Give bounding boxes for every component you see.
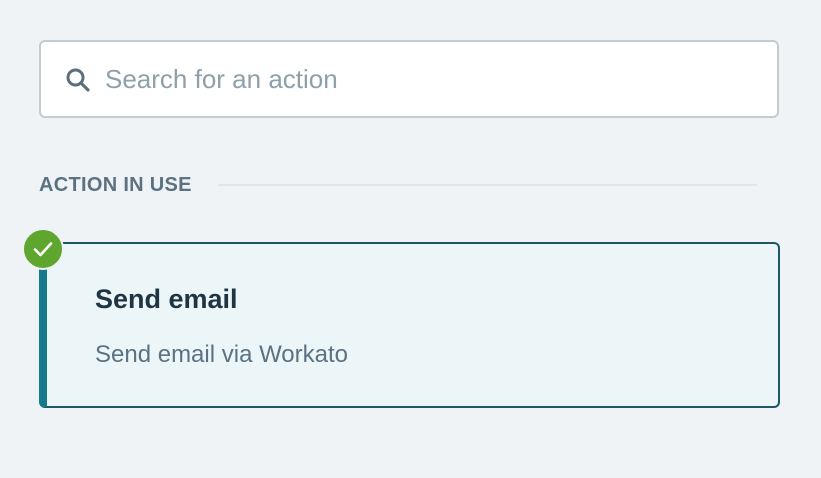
action-picker-panel: ACTION IN USE Send email Send email via … (0, 0, 821, 478)
action-card-send-email[interactable]: Send email Send email via Workato (39, 242, 780, 408)
search-input[interactable] (105, 42, 765, 116)
search-icon (66, 68, 90, 92)
action-description: Send email via Workato (95, 341, 349, 368)
checkmark-icon (33, 242, 53, 257)
section-divider (217, 184, 757, 186)
check-circle-icon (22, 228, 64, 270)
action-title: Send email (95, 284, 238, 314)
section-header: ACTION IN USE (39, 172, 757, 198)
section-title: ACTION IN USE (39, 173, 192, 196)
search-box[interactable] (39, 40, 779, 118)
